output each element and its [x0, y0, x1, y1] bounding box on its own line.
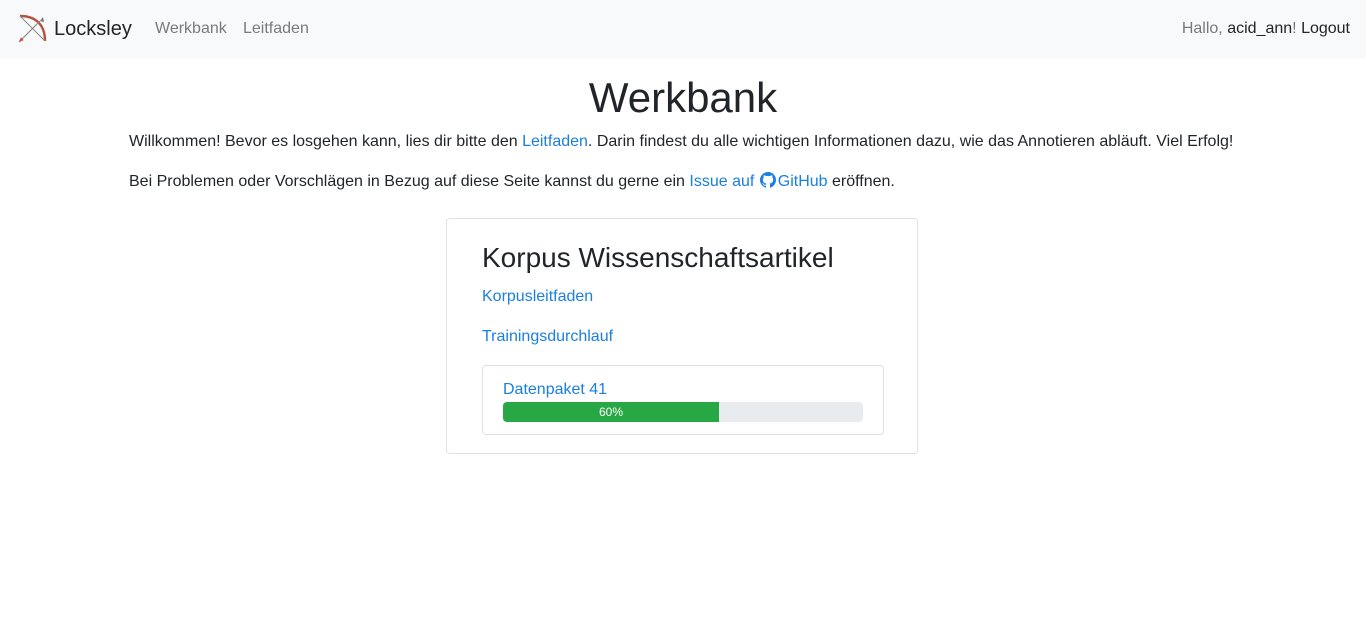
issue-paragraph: Bei Problemen oder Vorschlägen in Bezug … [129, 171, 895, 193]
trainingsdurchlauf-link[interactable]: Trainingsdurchlauf [482, 327, 613, 347]
logout-link[interactable]: Logout [1301, 20, 1350, 37]
intro-text-end: . Darin findest du alle wichtigen Inform… [587, 133, 1234, 150]
issue-text-end: eröffnen. [827, 173, 895, 190]
greeting-text: Hallo, [1181, 20, 1228, 37]
korpusleitfaden-link[interactable]: Korpusleitfaden [482, 287, 593, 307]
nav-link-werkbank[interactable]: Werkbank [155, 19, 227, 39]
leitfaden-link[interactable]: Leitfaden [522, 133, 588, 150]
navbar: Locksley Werkbank Leitfaden Hallo, acid_… [0, 0, 1366, 58]
github-link-label: GitHub [777, 173, 828, 190]
github-issue-link[interactable]: Issue auf GitHub [689, 172, 828, 190]
data-package-link[interactable]: Datenpaket 41 [503, 380, 607, 400]
progress-bar-track: 60% [503, 402, 863, 422]
user-greeting: Hallo, acid_ann! Logout [1182, 19, 1350, 39]
username: acid_ann [1227, 20, 1293, 37]
brand-name: Locksley [54, 17, 132, 40]
intro-paragraph: Willkommen! Bevor es losgehen kann, lies… [129, 131, 1233, 153]
nav-link-leitfaden[interactable]: Leitfaden [243, 19, 309, 39]
corpus-title: Korpus Wissenschaftsartikel [482, 242, 834, 273]
issue-link-label: Issue auf [689, 173, 755, 190]
greeting-exclamation: ! [1292, 20, 1297, 37]
intro-text-start: Willkommen! Bevor es losgehen kann, lies… [129, 133, 523, 150]
bow-and-arrow-icon [16, 13, 48, 45]
page-title: Werkbank [588, 74, 778, 121]
github-icon [759, 172, 776, 188]
issue-text-start: Bei Problemen oder Vorschlägen in Bezug … [129, 173, 690, 190]
brand-link[interactable]: Locksley [16, 12, 132, 46]
progress-bar-fill: 60% [503, 402, 719, 422]
data-package-card: Datenpaket 41 60% [482, 365, 884, 435]
corpus-card: Korpus Wissenschaftsartikel Korpusleitfa… [446, 218, 918, 454]
